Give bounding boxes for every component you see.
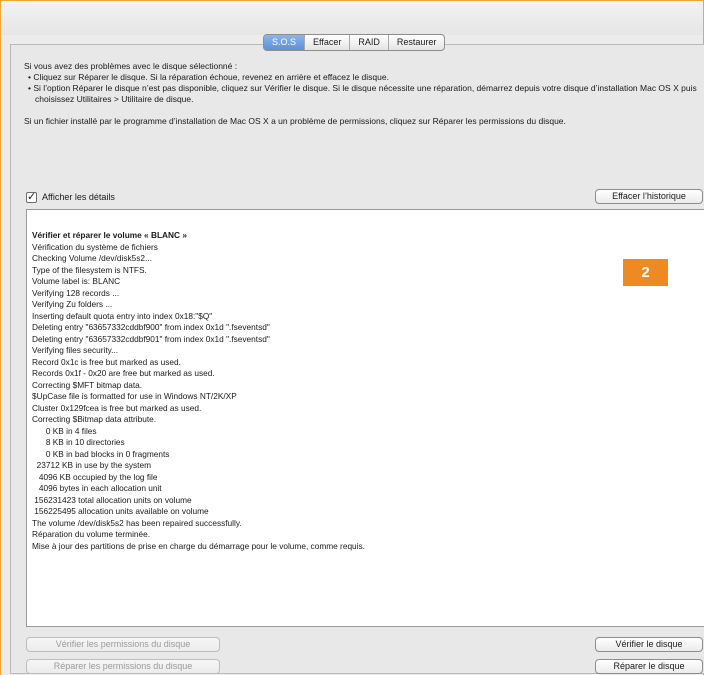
log-line: 156231423 total allocation units on volu…	[32, 494, 192, 505]
log-lines: Vérifier et réparer le volume « BLANC » V…	[32, 230, 672, 552]
log-line: 23712 KB in use by the system	[32, 460, 151, 470]
log-line: 8 KB in 10 directories	[32, 437, 125, 447]
log-line: Verifying Zu folders ...	[32, 299, 113, 309]
log-line: Cluster 0x129fcea is free but marked as …	[32, 402, 202, 413]
log-line: Vérifier et réparer le volume « BLANC »	[32, 230, 187, 240]
tab-bar: S.O.S Effacer RAID Restaurer	[263, 34, 446, 51]
log-line: Mise à jour des partitions de prise en c…	[32, 540, 365, 551]
window-toolbar	[1, 1, 703, 35]
log-line: Record 0x1c is free but marked as used.	[32, 356, 181, 367]
log-line: Type of the filesystem is NTFS.	[32, 264, 147, 275]
log-line: 0 KB in bad blocks in 0 fragments	[32, 448, 170, 459]
show-details-checkbox[interactable]	[26, 190, 37, 203]
log-line: $UpCase file is formatted for use in Win…	[32, 391, 237, 401]
instructions-intro: Si vous avez des problèmes avec le disqu…	[24, 61, 238, 71]
log-line: Records 0x1f - 0x20 are free but marked …	[32, 368, 215, 378]
log-line: Verifying files security...	[32, 345, 119, 355]
repair-disk-button[interactable]: Réparer le disque	[595, 659, 703, 674]
instructions-permissions: Si un fichier installé par le programme …	[24, 116, 566, 126]
verify-disk-button[interactable]: Vérifier le disque	[595, 637, 703, 652]
verify-permissions-button[interactable]: Vérifier les permissions du disque	[26, 637, 220, 652]
log-line: Correcting $MFT bitmap data.	[32, 379, 143, 390]
show-details-label[interactable]: Afficher les détails	[42, 192, 115, 202]
log-line: Inserting default quota entry into index…	[32, 310, 213, 321]
tab-raid[interactable]: RAID	[349, 35, 388, 50]
show-details-row: Afficher les détails	[26, 190, 115, 204]
log-line: Volume label is: BLANC	[32, 276, 121, 286]
log-line: 4096 bytes in each allocation unit	[32, 483, 162, 493]
log-line: 4096 KB occupied by the log file	[32, 471, 158, 482]
disk-utility-window: S.O.S Effacer RAID Restaurer Si vous ave…	[0, 0, 704, 675]
log-line: Réparation du volume terminée.	[32, 529, 151, 539]
log-line: The volume /dev/disk5s2 has been repaire…	[32, 517, 242, 528]
log-line: Deleting entry "63657332cddbf900" from i…	[32, 322, 270, 332]
tab-restore[interactable]: Restaurer	[387, 35, 445, 50]
clear-history-button[interactable]: Effacer l’historique	[595, 189, 703, 204]
log-line: Verifying 128 records ...	[32, 287, 120, 298]
repair-permissions-button[interactable]: Réparer les permissions du disque	[26, 659, 220, 674]
log-line: Deleting entry "63657332cddbf901" from i…	[32, 333, 270, 344]
instructions-bullet-verify: • Si l’option Réparer le disque n’est pa…	[28, 83, 697, 104]
log-line: 156225495 allocation units available on …	[32, 506, 209, 516]
log-line: Correcting $Bitmap data attribute.	[32, 414, 157, 424]
log-line: Checking Volume /dev/disk5s2...	[32, 253, 152, 263]
log-line: Vérification du système de fichiers	[32, 241, 158, 252]
instructions-bullet-repair: • Cliquez sur Réparer le disque. Si la r…	[28, 72, 389, 82]
log-line: 0 KB in 4 files	[32, 425, 97, 436]
sos-instructions: Si vous avez des problèmes avec le disqu…	[24, 61, 704, 127]
step-number-badge: 2	[623, 259, 668, 286]
tab-erase[interactable]: Effacer	[304, 35, 349, 50]
tab-sos[interactable]: S.O.S	[264, 35, 305, 50]
log-output[interactable]: Vérifier et réparer le volume « BLANC » V…	[26, 209, 704, 627]
